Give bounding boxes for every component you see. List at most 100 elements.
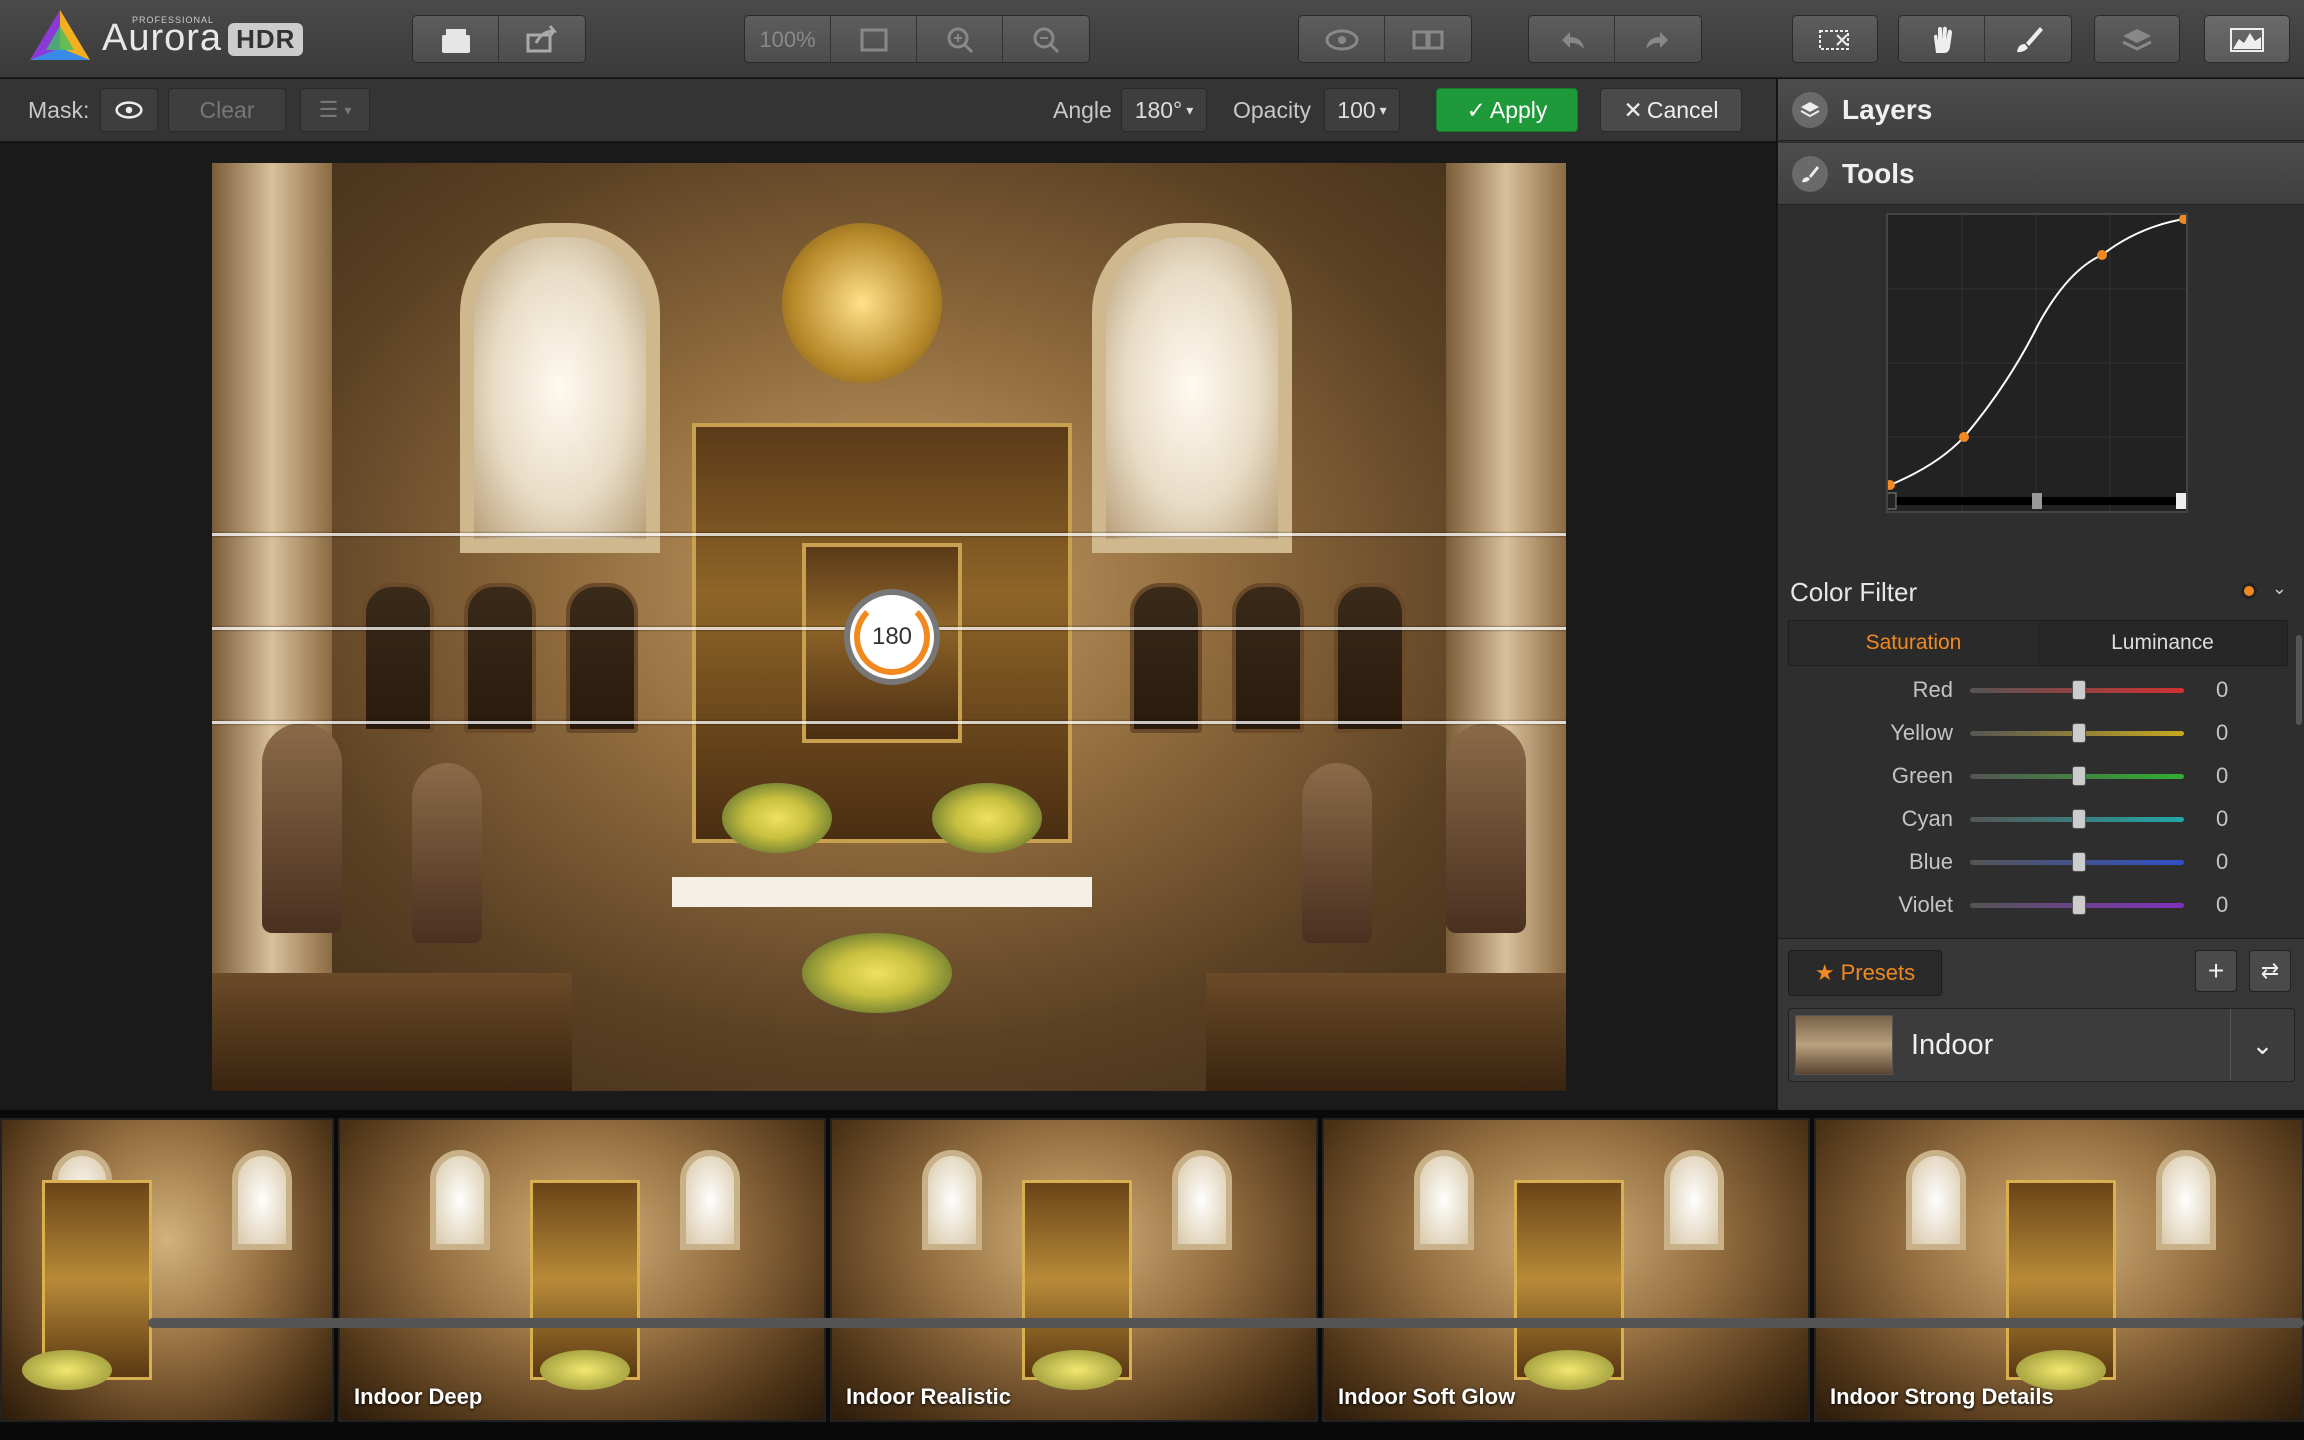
tab-luminance[interactable]: Luminance <box>2038 621 2287 665</box>
reliquary-cabinet <box>1334 583 1406 733</box>
flower-arrangement <box>722 783 832 853</box>
slider-knob[interactable] <box>2072 680 2086 700</box>
tone-curve[interactable] <box>1885 213 2189 513</box>
layers-button-group <box>2094 15 2180 63</box>
preset-thumbnail[interactable]: Indoor Deep <box>338 1118 826 1422</box>
zoom-buttons: 100% <box>744 15 1090 63</box>
mask-visibility-button[interactable] <box>100 88 158 132</box>
history-buttons <box>1528 15 1702 63</box>
slider-value: 0 <box>2216 763 2229 788</box>
share-button[interactable] <box>499 16 585 62</box>
preset-category-select[interactable]: Indoor ⌄ <box>1788 1008 2295 1082</box>
add-preset-button[interactable]: + <box>2195 950 2237 992</box>
filmstrip-scrollbar[interactable] <box>148 1318 2304 1328</box>
zoom-in-icon <box>947 27 973 54</box>
slider-knob[interactable] <box>2072 766 2086 786</box>
clear-mask-button[interactable]: Clear <box>168 88 286 132</box>
cancel-button[interactable]: ✕ Cancel <box>1600 88 1742 132</box>
angle-dropdown[interactable]: 180° ▾ <box>1121 88 1207 132</box>
mask-tool-group <box>1898 15 2072 63</box>
curve-point[interactable] <box>1959 432 1969 442</box>
eye-icon <box>1325 29 1358 51</box>
presets-button[interactable]: ★ Presets <box>1788 950 1942 996</box>
histogram-button-group <box>2204 15 2290 63</box>
open-icon <box>441 29 470 53</box>
fit-button[interactable] <box>831 16 917 62</box>
zoom-100-button[interactable]: 100% <box>745 16 831 62</box>
filter-active-dot-icon[interactable] <box>2241 583 2257 599</box>
preset-thumbnail[interactable] <box>0 1118 334 1422</box>
zoom-out-button[interactable] <box>1003 16 1089 62</box>
tools-header[interactable]: Tools <box>1778 143 2304 205</box>
slider-label: Violet <box>1898 892 1953 917</box>
tab-saturation[interactable]: Saturation <box>1789 621 2038 665</box>
refresh-icon: ⇄ <box>2260 958 2280 983</box>
apply-button[interactable]: ✓ Apply <box>1436 88 1578 132</box>
gradient-guide-line[interactable] <box>212 721 1566 724</box>
statue <box>1446 723 1526 933</box>
slider-knob[interactable] <box>2072 809 2086 829</box>
preset-thumbnail[interactable]: Indoor Soft Glow <box>1322 1118 1810 1422</box>
file-buttons <box>412 15 586 63</box>
color-filter-header[interactable]: Color Filter ⌄ <box>1778 566 2304 618</box>
mask-menu-button[interactable]: ☰ ▾ <box>300 88 370 132</box>
chevron-down-icon[interactable]: ⌄ <box>2230 1009 2294 1081</box>
preset-thumbnail[interactable]: Indoor Realistic <box>830 1118 1318 1422</box>
crop-button-group <box>1792 15 1878 63</box>
logo-professional: PROFESSIONAL <box>132 14 215 25</box>
undo-icon <box>1561 32 1584 49</box>
refresh-presets-button[interactable]: ⇄ <box>2249 950 2291 992</box>
preset-thumbnail[interactable]: Indoor Strong Details <box>1814 1118 2304 1422</box>
curve-point[interactable] <box>1885 480 1895 490</box>
open-button[interactable] <box>413 16 499 62</box>
crop-button[interactable] <box>1793 16 1877 62</box>
chevron-down-icon[interactable]: ⌄ <box>2272 578 2287 599</box>
curve-point[interactable] <box>2097 250 2107 260</box>
reliquary-cabinet <box>1130 583 1202 733</box>
canvas-area[interactable]: 180 <box>0 143 1776 1110</box>
reliquary-cabinet <box>464 583 536 733</box>
preview-button[interactable] <box>1299 16 1385 62</box>
angle-dial[interactable]: 180 <box>844 589 940 685</box>
preset-category-name: Indoor <box>1911 1029 1994 1061</box>
mid-point-handle[interactable] <box>2032 493 2042 509</box>
share-icon <box>526 25 558 53</box>
panel-scrollbar[interactable] <box>2296 635 2302 725</box>
photo-canvas[interactable]: 180 <box>212 163 1566 1091</box>
reliquary-cabinet <box>566 583 638 733</box>
right-window <box>1092 223 1292 553</box>
view-buttons <box>1298 15 1472 63</box>
layers-toggle-button[interactable] <box>2095 16 2179 62</box>
opacity-value: 100 <box>1337 96 1376 123</box>
slider-knob[interactable] <box>2072 852 2086 872</box>
chevron-down-icon: ▾ <box>1186 101 1194 118</box>
opacity-dropdown[interactable]: 100 ▾ <box>1324 88 1400 132</box>
gradient-guide-line[interactable] <box>212 533 1566 536</box>
presets-label: Presets <box>1840 960 1916 985</box>
layers-header[interactable]: Layers <box>1778 79 2304 141</box>
slider-value: 0 <box>2216 849 2229 874</box>
black-point-handle[interactable] <box>1885 492 1897 510</box>
brush-tool-button[interactable] <box>1985 16 2071 62</box>
reliquary-cabinet <box>362 583 434 733</box>
hand-tool-button[interactable] <box>1899 16 1985 62</box>
redo-button[interactable] <box>1615 16 1701 62</box>
preset-label: Indoor Realistic <box>846 1384 1012 1409</box>
curve-point[interactable] <box>2179 214 2189 224</box>
compare-button[interactable] <box>1385 16 1471 62</box>
slider-knob[interactable] <box>2072 895 2086 915</box>
apply-label: Apply <box>1489 96 1548 123</box>
tools-icon <box>1792 155 1828 192</box>
slider-value: 0 <box>2216 806 2229 831</box>
zoom-in-button[interactable] <box>917 16 1003 62</box>
angle-label: Angle <box>1053 97 1112 123</box>
chevron-down-icon: ▾ <box>344 101 352 118</box>
undo-button[interactable] <box>1529 16 1615 62</box>
histogram-button[interactable] <box>2205 16 2289 62</box>
slider-knob[interactable] <box>2072 723 2086 743</box>
white-point-handle[interactable] <box>2176 493 2186 509</box>
slider-label: Green <box>1891 763 1953 788</box>
sunburst-ornament <box>782 223 942 383</box>
preset-filmstrip: Indoor Deep Indoor Realistic Indoor Soft… <box>0 1110 2304 1440</box>
opacity-label: Opacity <box>1233 97 1311 123</box>
